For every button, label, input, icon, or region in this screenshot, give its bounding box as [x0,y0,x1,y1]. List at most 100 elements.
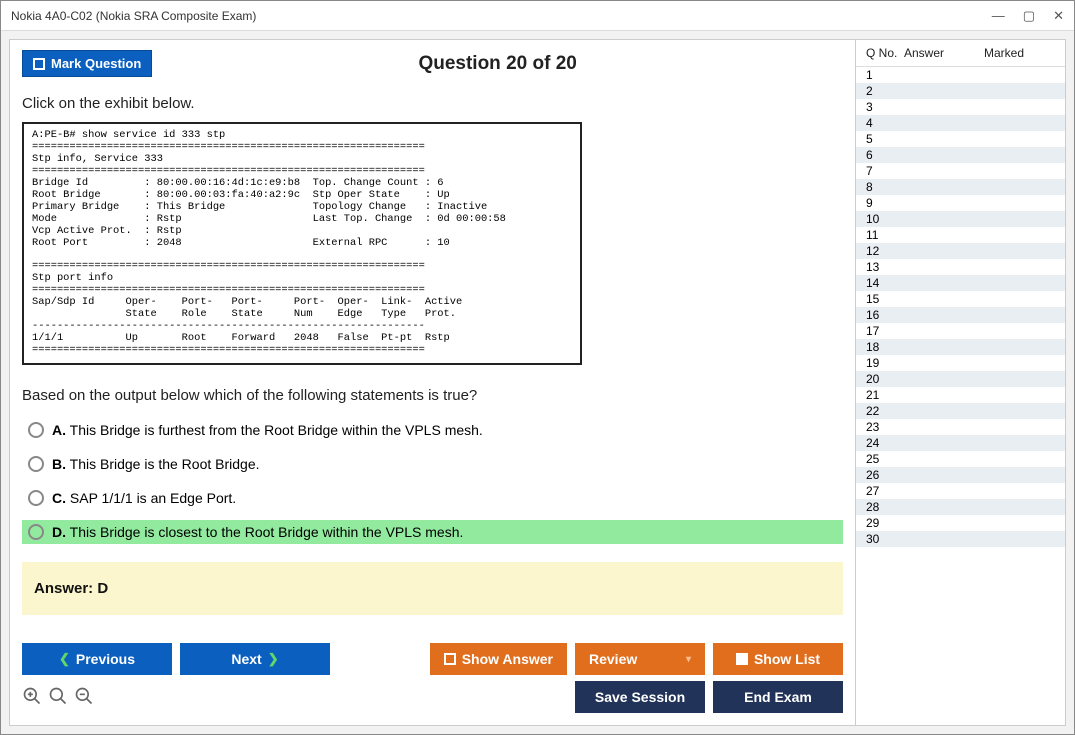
previous-button[interactable]: ❮ Previous [22,643,172,675]
save-session-label: Save Session [595,689,685,705]
question-row[interactable]: 22 [856,403,1065,419]
qno-cell: 9 [860,196,904,210]
question-row[interactable]: 24 [856,435,1065,451]
question-row[interactable]: 3 [856,99,1065,115]
qno-cell: 28 [860,500,904,514]
qno-cell: 23 [860,420,904,434]
qno-cell: 12 [860,244,904,258]
qno-cell: 4 [860,116,904,130]
question-prompt: Based on the output below which of the f… [22,387,843,404]
main-area: Mark Question Question 20 of 20 Click on… [10,40,855,725]
question-row[interactable]: 19 [856,355,1065,371]
question-row[interactable]: 21 [856,387,1065,403]
qno-cell: 25 [860,452,904,466]
end-exam-label: End Exam [744,689,812,705]
qno-cell: 13 [860,260,904,274]
qno-cell: 30 [860,532,904,546]
option-label: B. This Bridge is the Root Bridge. [52,456,260,472]
question-row[interactable]: 9 [856,195,1065,211]
window-title: Nokia 4A0-C02 (Nokia SRA Composite Exam) [11,9,256,23]
question-row[interactable]: 14 [856,275,1065,291]
radio-icon [28,422,44,438]
qno-cell: 3 [860,100,904,114]
option-C[interactable]: C. SAP 1/1/1 is an Edge Port. [22,486,843,510]
qno-cell: 2 [860,84,904,98]
qno-cell: 15 [860,292,904,306]
qno-cell: 27 [860,484,904,498]
question-row[interactable]: 18 [856,339,1065,355]
question-row[interactable]: 4 [856,115,1065,131]
minimize-icon[interactable]: — [992,8,1005,24]
checkbox-icon [33,58,45,70]
checkbox-icon [444,653,456,665]
question-row[interactable]: 8 [856,179,1065,195]
question-row[interactable]: 17 [856,323,1065,339]
col-answer: Answer [904,46,984,60]
question-row[interactable]: 10 [856,211,1065,227]
qno-cell: 29 [860,516,904,530]
mark-button-label: Mark Question [51,56,141,71]
option-D[interactable]: D. This Bridge is closest to the Root Br… [22,520,843,544]
option-B[interactable]: B. This Bridge is the Root Bridge. [22,452,843,476]
app-window: Nokia 4A0-C02 (Nokia SRA Composite Exam)… [0,0,1075,735]
radio-icon [28,490,44,506]
review-button[interactable]: Review ▾ [575,643,705,675]
question-row[interactable]: 27 [856,483,1065,499]
close-icon[interactable]: ✕ [1053,8,1064,24]
qno-cell: 10 [860,212,904,226]
question-row[interactable]: 2 [856,83,1065,99]
question-row[interactable]: 12 [856,243,1065,259]
option-label: A. This Bridge is furthest from the Root… [52,422,483,438]
question-row[interactable]: 1 [856,67,1065,83]
panel-header: Q No. Answer Marked [856,40,1065,67]
show-answer-button[interactable]: Show Answer [430,643,567,675]
radio-icon [28,456,44,472]
question-intro: Click on the exhibit below. [22,95,843,112]
qno-cell: 8 [860,180,904,194]
question-row[interactable]: 23 [856,419,1065,435]
question-row[interactable]: 7 [856,163,1065,179]
question-row[interactable]: 16 [856,307,1065,323]
qno-cell: 20 [860,372,904,386]
col-marked: Marked [984,46,1061,60]
option-A[interactable]: A. This Bridge is furthest from the Root… [22,418,843,442]
zoom-in-icon[interactable] [22,686,42,709]
show-list-button[interactable]: Show List [713,643,843,675]
save-session-button[interactable]: Save Session [575,681,705,713]
col-qno: Q No. [860,46,904,60]
question-row[interactable]: 25 [856,451,1065,467]
question-list-panel: Q No. Answer Marked 12345678910111213141… [855,40,1065,725]
zoom-controls [10,686,106,721]
question-row[interactable]: 13 [856,259,1065,275]
chevron-down-icon: ▾ [686,654,691,665]
review-label: Review [589,651,637,667]
qno-cell: 6 [860,148,904,162]
question-row[interactable]: 26 [856,467,1065,483]
qno-cell: 26 [860,468,904,482]
question-row[interactable]: 5 [856,131,1065,147]
next-button[interactable]: Next ❯ [180,643,330,675]
question-row[interactable]: 30 [856,531,1065,547]
mark-question-button[interactable]: Mark Question [22,50,152,77]
qno-cell: 19 [860,356,904,370]
end-exam-button[interactable]: End Exam [713,681,843,713]
question-list[interactable]: 1234567891011121314151617181920212223242… [856,67,1065,725]
question-row[interactable]: 20 [856,371,1065,387]
question-row[interactable]: 28 [856,499,1065,515]
question-row[interactable]: 6 [856,147,1065,163]
maximize-icon[interactable]: ▢ [1023,8,1035,24]
question-body: Click on the exhibit below. A:PE-B# show… [10,85,855,633]
qno-cell: 14 [860,276,904,290]
question-row[interactable]: 15 [856,291,1065,307]
question-row[interactable]: 11 [856,227,1065,243]
qno-cell: 24 [860,436,904,450]
content-outer: Mark Question Question 20 of 20 Click on… [1,31,1074,734]
chevron-right-icon: ❯ [268,651,279,667]
exhibit-image[interactable]: A:PE-B# show service id 333 stp ========… [22,122,582,365]
zoom-icon[interactable] [48,686,68,709]
button-row-1: ❮ Previous Next ❯ Show Answer [10,633,855,681]
question-row[interactable]: 29 [856,515,1065,531]
qno-cell: 21 [860,388,904,402]
answer-box: Answer: D [22,562,843,615]
zoom-out-icon[interactable] [74,686,94,709]
